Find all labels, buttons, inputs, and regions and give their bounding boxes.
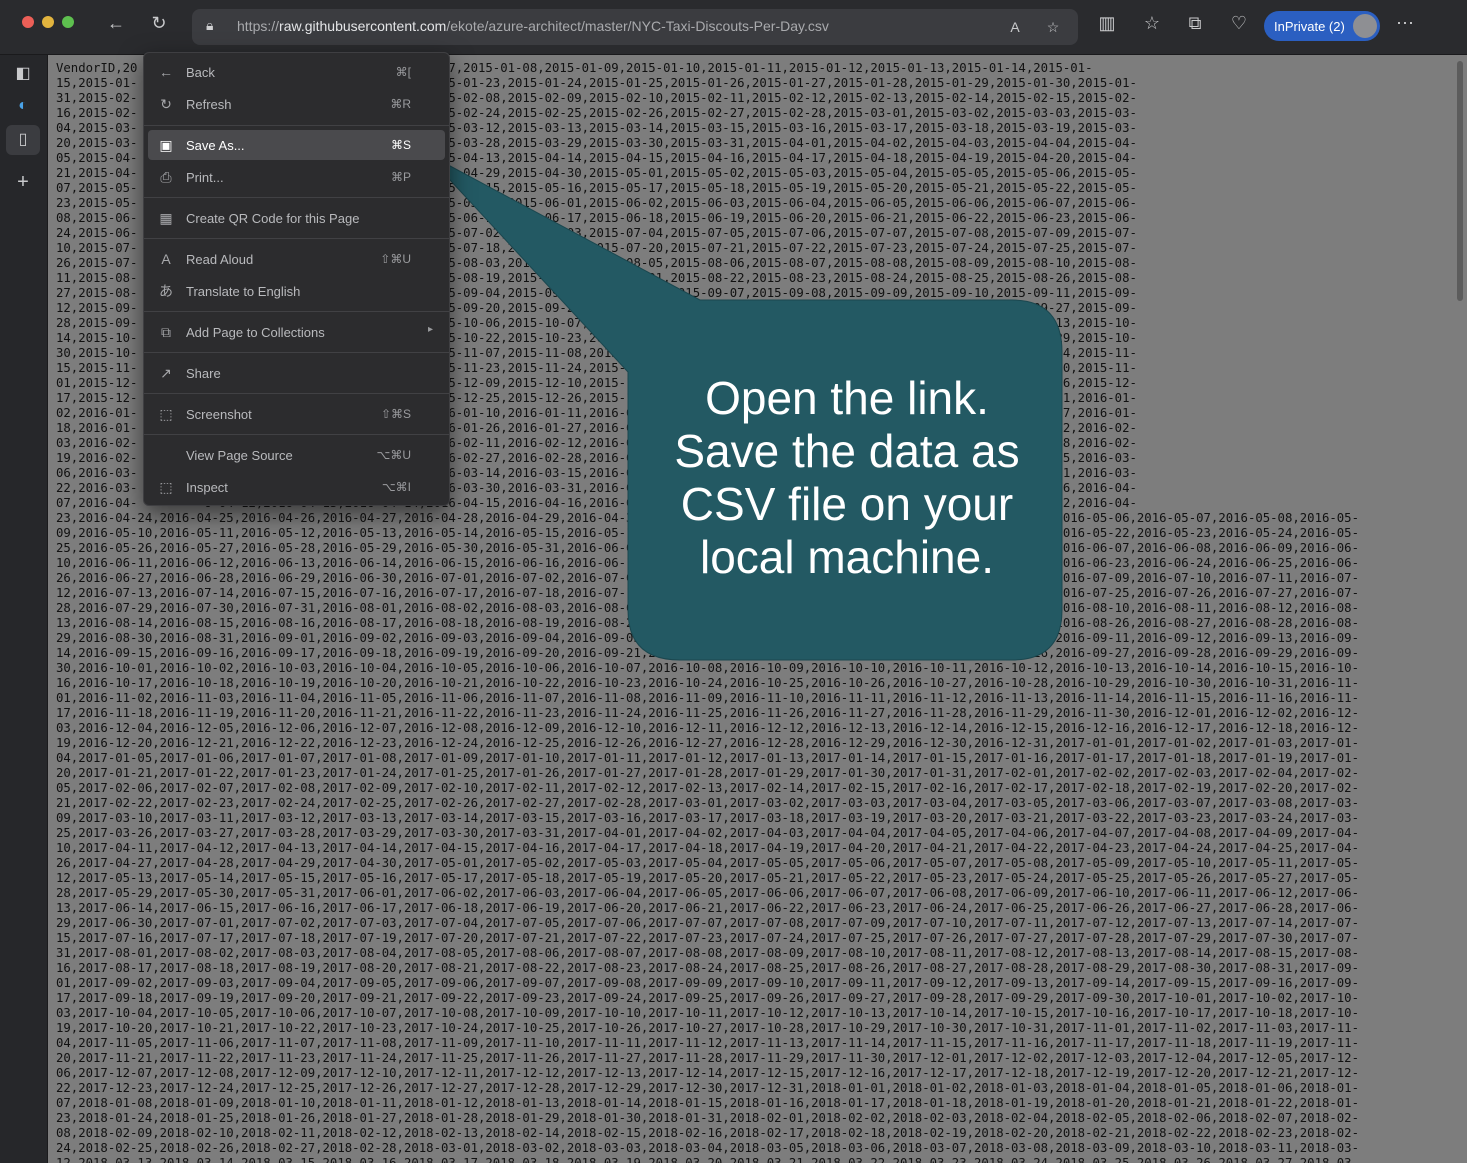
menu-item-label: Save As... <box>186 138 245 153</box>
collections-icon: ⧉ <box>161 324 171 340</box>
menu-separator <box>144 434 449 435</box>
menu-item-label: Print... <box>186 170 224 185</box>
menu-separator <box>144 238 449 239</box>
context-menu: ← Back ⌘[ ↻ Refresh ⌘R ▣ Save As... ⌘S ⎙… <box>143 52 450 506</box>
menu-item-label: Create QR Code for this Page <box>186 211 360 226</box>
printer-icon: ⎙ <box>160 169 172 185</box>
menu-item-refresh[interactable]: ↻ Refresh ⌘R <box>148 89 445 119</box>
menu-item-shortcut: ⌥⌘I <box>381 480 411 494</box>
inspect-icon: ⬚ <box>159 479 173 495</box>
menu-item-label: Back <box>186 65 215 80</box>
menu-item-save-as[interactable]: ▣ Save As... ⌘S <box>148 130 445 160</box>
menu-item-label: Translate to English <box>186 284 301 299</box>
menu-separator <box>144 197 449 198</box>
callout-line: Save the data as <box>674 425 1020 477</box>
callout-line: local machine. <box>699 531 995 583</box>
refresh-icon: ↻ <box>160 96 172 112</box>
chevron-right-icon: ▸ <box>427 324 433 335</box>
menu-item-shortcut: ⌥⌘U <box>376 448 412 462</box>
menu-item-label: Inspect <box>186 480 228 495</box>
menu-item-screenshot[interactable]: ⬚ Screenshot ⇧⌘S <box>148 399 445 429</box>
menu-item-inspect[interactable]: ⬚ Inspect ⌥⌘I <box>148 472 445 502</box>
menu-item-view-source[interactable]: View Page Source ⌥⌘U <box>148 440 445 470</box>
menu-item-shortcut: ⌘R <box>390 97 411 111</box>
translate-icon: あ <box>159 283 173 299</box>
menu-item-read-aloud[interactable]: A Read Aloud ⇧⌘U <box>148 244 445 274</box>
callout-line: CSV file on your <box>680 478 1014 530</box>
menu-separator <box>144 311 449 312</box>
menu-item-label: Read Aloud <box>186 252 254 267</box>
menu-item-shortcut: ⌘P <box>390 170 411 184</box>
menu-item-translate[interactable]: あ Translate to English <box>148 276 445 306</box>
menu-item-back[interactable]: ← Back ⌘[ <box>148 57 445 87</box>
menu-item-shortcut: ⌘[ <box>395 65 411 79</box>
menu-item-shortcut: ⇧⌘S <box>380 407 411 421</box>
menu-item-share[interactable]: ↗ Share <box>148 358 445 388</box>
menu-item-add-to-collections[interactable]: ⧉ Add Page to Collections ▸ <box>148 317 445 347</box>
menu-item-label: Refresh <box>186 97 232 112</box>
menu-item-label: Add Page to Collections <box>186 325 325 340</box>
menu-item-shortcut: ⌘S <box>390 138 411 152</box>
screenshot-icon: ⬚ <box>159 406 173 422</box>
menu-separator <box>144 352 449 353</box>
menu-separator <box>144 125 449 126</box>
menu-item-print[interactable]: ⎙ Print... ⌘P <box>148 162 445 192</box>
menu-item-label: Share <box>186 366 221 381</box>
share-icon: ↗ <box>160 365 172 381</box>
menu-item-label: Screenshot <box>186 407 252 422</box>
menu-item-shortcut: ⇧⌘U <box>380 252 411 266</box>
arrow-left-icon: ← <box>159 64 173 80</box>
read-aloud-icon: A <box>161 251 171 267</box>
menu-separator <box>144 393 449 394</box>
callout-line: Open the link. <box>705 372 989 424</box>
callout-text: Open the link. Save the data as CSV file… <box>632 372 1062 584</box>
save-icon: ▣ <box>159 137 173 153</box>
menu-item-qr-code[interactable]: ▦ Create QR Code for this Page <box>148 203 445 233</box>
menu-item-label: View Page Source <box>186 448 293 463</box>
qr-code-icon: ▦ <box>159 210 173 226</box>
